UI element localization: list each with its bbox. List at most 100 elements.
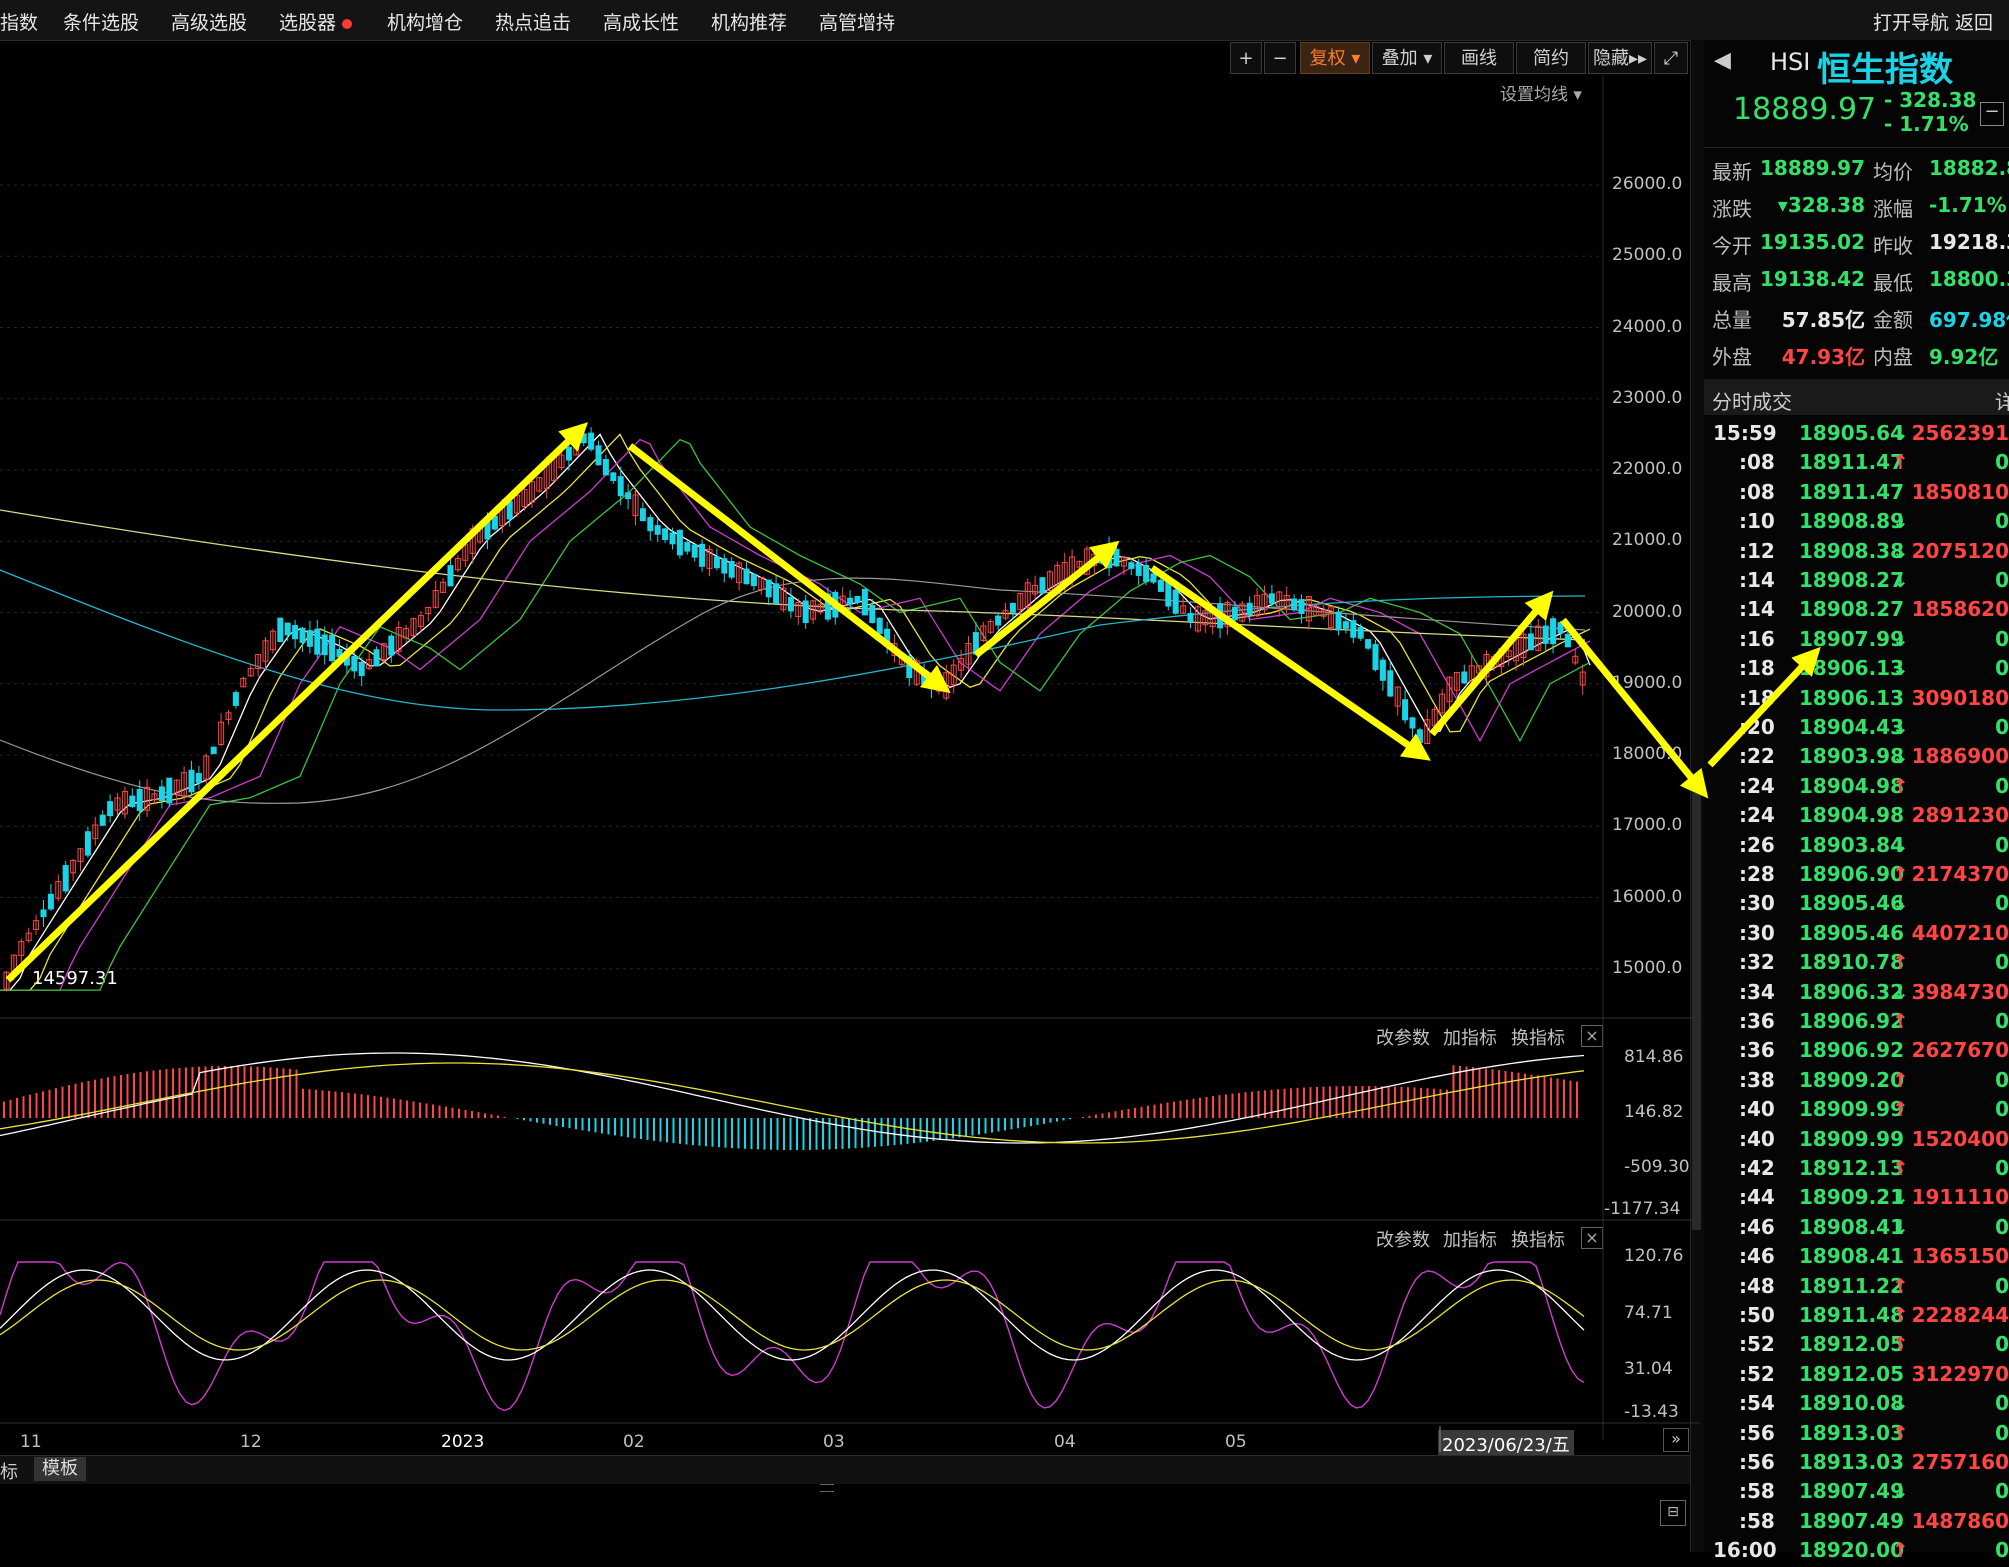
candle-body [810,600,817,620]
prev-stock-icon[interactable]: ◀ [1714,48,1731,73]
open-navigation-button[interactable]: 打开导航 [1873,8,1949,35]
macd-edit-params-button[interactable]: 改参数 [1376,1024,1430,1050]
nav-item-institution-recommend[interactable]: 机构推荐 [711,8,787,35]
tick-price: 18907.99 [1799,626,1905,651]
candle-body [388,635,395,656]
candle-body [1165,580,1172,607]
candle-body [1535,625,1542,651]
candle-body [1527,633,1534,651]
candle-body [565,446,572,461]
stat-value: ▾328.38 [1777,193,1865,217]
candle-body [506,501,513,520]
nav-item-stock-picker[interactable]: 选股器 [279,8,353,35]
tick-time: :18 [1739,685,1775,710]
candle-body [1091,553,1098,566]
fullscreen-icon[interactable]: ⤢ [1654,42,1688,74]
x-label-04: 04 [1054,1432,1076,1452]
fuquan-dropdown[interactable]: 复权 ▾ [1300,42,1370,74]
nav-item-high-growth[interactable]: 高成长性 [603,8,679,35]
macd-dea-line [0,1062,1585,1144]
caret-down-icon: ▾ [1417,48,1433,69]
tick-price: 18920.00 [1799,1538,1905,1563]
back-button[interactable]: 返回 [1955,8,1993,35]
candle-body [1202,610,1209,626]
candle-body [758,576,765,590]
tick-price: 18908.41 [1799,1244,1905,1269]
nav-item-institution-increase[interactable]: 机构增仓 [387,8,463,35]
set-ma-dropdown[interactable]: 设置均线 ▾ [1500,80,1582,105]
scroll-right-icon[interactable]: » [1663,1428,1689,1452]
macd-tick-label: 814.86 [1624,1047,1684,1067]
tick-time: :14 [1739,597,1775,622]
nav-item-condition-select[interactable]: 条件选股 [63,8,139,35]
kline-chart[interactable] [0,0,1830,1552]
candle-body [1557,622,1564,634]
arrow-down-icon: ↓ [1892,421,1909,445]
tick-row: 15:59 18905.64 ↓ 2562391 [1705,421,2009,450]
candle-body [247,667,254,677]
stat-label: 均价 [1873,160,1913,184]
zoom-out-button[interactable]: − [1264,42,1296,74]
tick-price: 18905.64 [1799,421,1905,445]
tick-row: :26 18903.84 ↓ 0 [1705,833,2009,862]
ma-line [0,433,1591,991]
nav-item-executive-increase[interactable]: 高管增持 [819,8,895,35]
tab-partial[interactable]: 标 [0,1458,18,1484]
candle-body [1069,556,1076,581]
candle-body [99,814,106,826]
candle-body [1320,609,1327,617]
tab-template[interactable]: 模板 [34,1457,86,1481]
stat-value: 47.93亿 [1781,345,1865,369]
zoom-in-button[interactable]: + [1230,42,1262,74]
tick-price: 18907.49 [1799,1479,1905,1504]
arrow-up-icon: ↑ [1892,1332,1909,1357]
stat-label: 今开 [1712,234,1752,258]
candle-body [625,492,632,500]
overlay-dropdown[interactable]: 叠加 ▾ [1372,42,1442,74]
tick-price: 18908.89 [1799,509,1905,534]
candle-body [1579,671,1586,686]
arrow-down-icon: ↓ [1892,744,1909,769]
caret-down-icon: ▾ [1345,48,1361,69]
x-label-02: 02 [623,1432,645,1452]
tick-row: :30 18905.46 ↓ 0 [1705,891,2009,920]
macd-add-indicator-button[interactable]: 加指标 [1443,1024,1497,1050]
kdj-edit-params-button[interactable]: 改参数 [1376,1226,1430,1252]
collapse-icon[interactable]: − [1980,102,2004,126]
kdj-close-icon[interactable]: × [1581,1227,1603,1249]
draw-line-button[interactable]: 画线 [1444,42,1514,74]
simple-mode-button[interactable]: 简约 [1516,42,1586,74]
tick-time: :24 [1739,803,1775,828]
resize-handle-icon[interactable] [820,1484,834,1492]
tick-price: 18909.21 [1799,1185,1905,1210]
candle-body [1106,544,1113,569]
tick-row: :42 18912.13 ↑ 0 [1705,1156,2009,1185]
candle-body [780,587,787,611]
nav-item-index[interactable]: 指数 [0,8,38,35]
macd-switch-indicator-button[interactable]: 换指标 [1511,1024,1565,1050]
kdj-add-indicator-button[interactable]: 加指标 [1443,1226,1497,1252]
tick-time: :34 [1739,979,1775,1004]
candle-body [676,529,683,556]
trend-arrow [5,422,589,983]
ticks-detail-button[interactable]: 详 [1995,386,2009,415]
tick-volume: 2757160 [1911,1450,2009,1474]
nav-item-advanced-select[interactable]: 高级选股 [171,8,247,35]
tick-row: :50 18911.48 ↑ 2228244 [1705,1303,2009,1332]
candle-body [462,544,469,561]
kdj-switch-indicator-button[interactable]: 换指标 [1511,1226,1565,1252]
splitter-handle[interactable] [1692,790,1701,1230]
candle-body [950,664,957,686]
macd-close-icon[interactable]: × [1581,1025,1603,1047]
arrow-up-icon: ↑ [1892,1009,1909,1033]
hide-button[interactable]: 隐藏▸▸ [1588,42,1652,74]
moving-average-lines [0,433,1591,991]
tick-price: 18904.43 [1799,715,1905,739]
candle-body [62,865,69,892]
nav-item-hot-chase[interactable]: 热点追击 [495,8,571,35]
candle-body [935,684,942,692]
tick-time: :36 [1739,1009,1775,1033]
candle-body [380,643,387,661]
panel-toggle-icon[interactable]: ⊟ [1660,1500,1686,1526]
price-tick-label: 25000.0 [1612,245,1683,266]
